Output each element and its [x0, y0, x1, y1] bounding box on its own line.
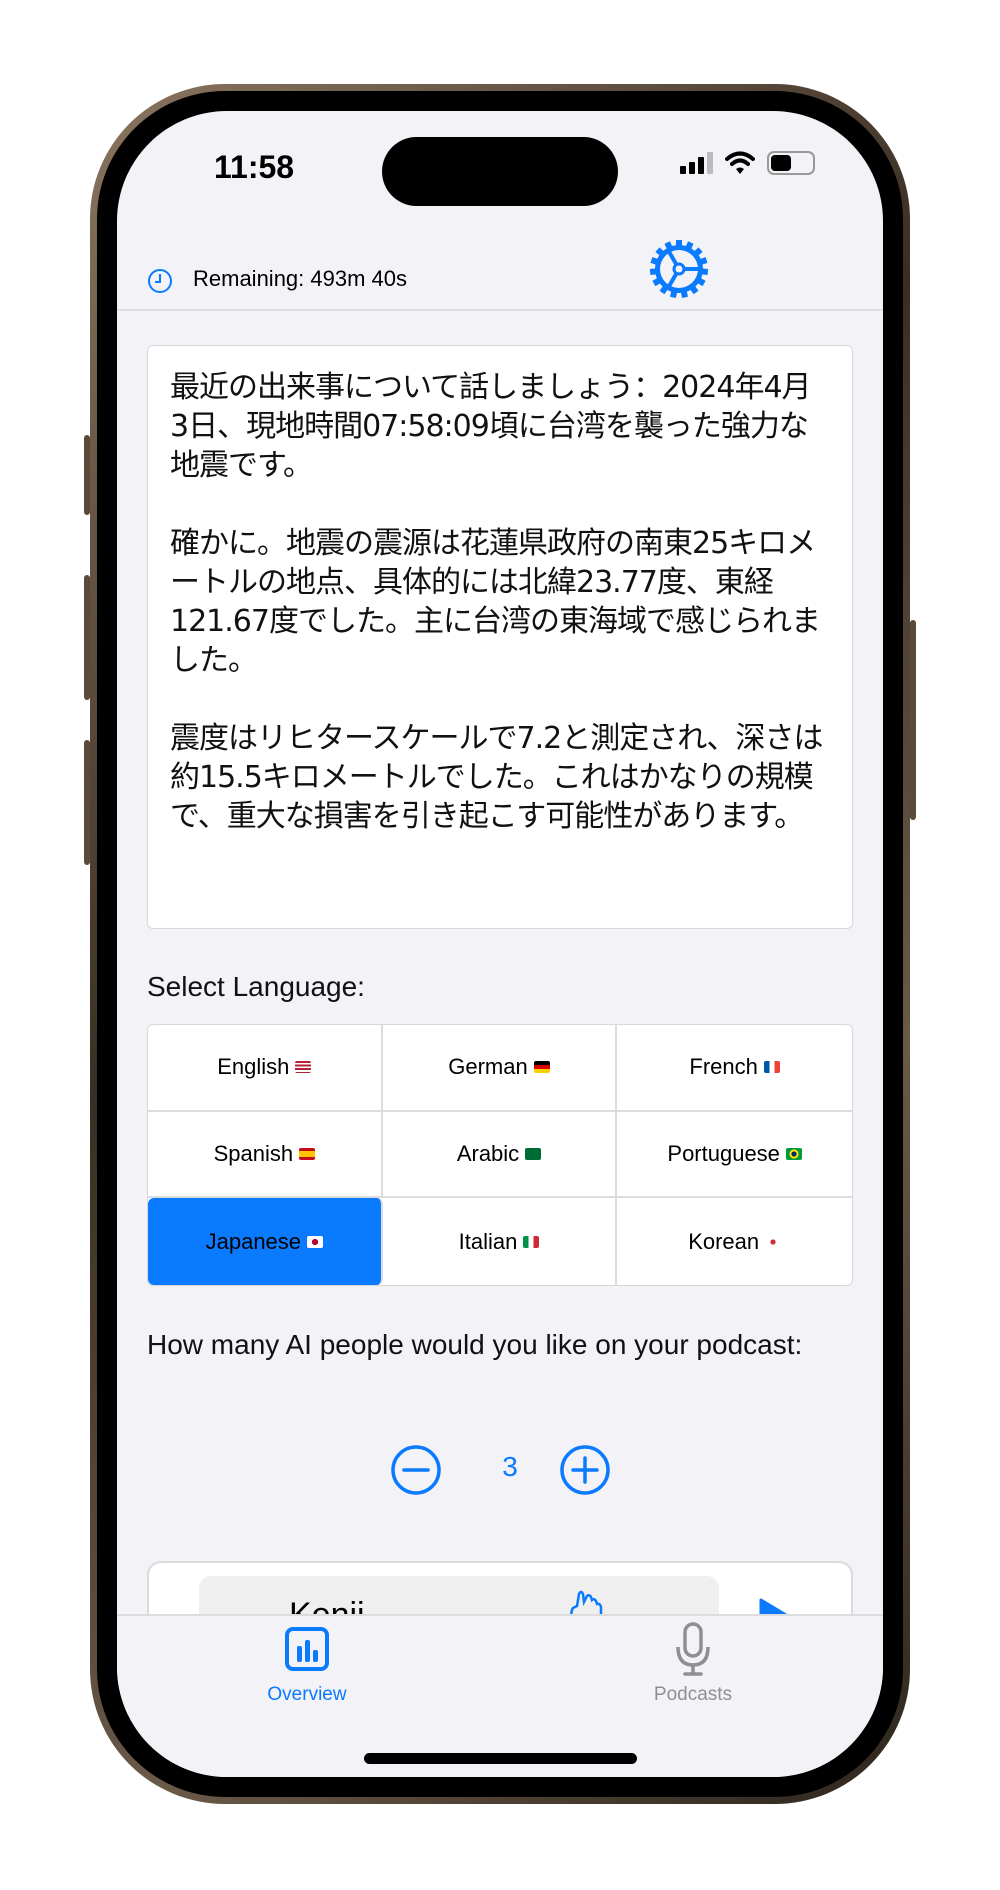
flag-es-icon — [299, 1147, 316, 1160]
language-name: Italian — [458, 1228, 518, 1254]
microphone-icon — [676, 1622, 710, 1676]
transcript-paragraph: 最近の出来事について話しましょう：2024年4月3日、現地時間07:58:09頃… — [170, 370, 812, 483]
plus-circle-icon[interactable] — [559, 1444, 611, 1496]
people-count: 3 — [502, 1451, 518, 1482]
flag-jp-icon — [307, 1235, 324, 1248]
minus-circle-icon[interactable] — [390, 1444, 442, 1496]
signal-icon — [680, 152, 713, 174]
transcript-paragraph: 確かに。地震の震源は花蓮県政府の南東25キロメートルの地点、具体的には北緯23.… — [170, 526, 821, 678]
language-option-portuguese[interactable]: Portuguese — [617, 1112, 852, 1199]
language-name: Spanish — [213, 1140, 294, 1166]
tab-podcasts[interactable]: Podcasts — [593, 1616, 793, 1705]
flag-fr-icon — [763, 1061, 780, 1074]
language-name: English — [217, 1054, 290, 1080]
remaining-time: Remaining: 493m 40s — [193, 266, 408, 291]
language-name: Arabic — [456, 1140, 520, 1166]
language-option-english[interactable]: English — [148, 1025, 383, 1112]
power-button — [910, 620, 916, 820]
header: Remaining: 493m 40s — [117, 236, 883, 311]
flag-us-icon — [295, 1061, 312, 1074]
volume-down-button — [84, 740, 90, 865]
tab-label: Overview — [267, 1684, 347, 1705]
language-option-spanish[interactable]: Spanish — [148, 1111, 383, 1199]
transcript-card: 最近の出来事について話しましょう：2024年4月3日、現地時間07:58:09頃… — [147, 345, 853, 929]
status-time: 11:58 — [214, 149, 295, 185]
battery-icon — [767, 151, 815, 175]
language-option-german[interactable]: German — [382, 1025, 618, 1112]
language-option-korean[interactable]: Korean — [617, 1198, 852, 1285]
screen: 11:58 Remaining: 493m 40s 最近の出来事について話しまし… — [117, 111, 883, 1777]
flag-sa-icon — [525, 1147, 542, 1160]
language-option-japanese[interactable]: Japanese — [148, 1198, 383, 1285]
language-name: Portuguese — [667, 1140, 780, 1166]
chart-bar-icon — [285, 1627, 329, 1671]
language-option-arabic[interactable]: Arabic — [382, 1111, 618, 1199]
volume-up-button — [84, 575, 90, 700]
flag-it-icon — [523, 1235, 540, 1248]
language-name: Korean — [688, 1228, 760, 1254]
flag-br-icon — [785, 1147, 802, 1160]
gear-icon[interactable] — [649, 239, 709, 299]
select-language-label: Select Language: — [147, 971, 365, 1002]
language-name: Japanese — [205, 1228, 302, 1254]
flag-de-icon — [533, 1061, 550, 1074]
people-question: How many AI people would you like on you… — [147, 1329, 803, 1360]
tab-label: Podcasts — [653, 1684, 733, 1705]
transcript-paragraph: 震度はリヒタースケールで7.2と測定され、深さは約15.5キロメートルでした。こ… — [170, 721, 824, 834]
language-name: French — [689, 1054, 758, 1080]
home-indicator[interactable] — [364, 1753, 637, 1764]
status-icons — [680, 151, 815, 175]
action-button — [84, 435, 90, 515]
flag-kr-icon — [765, 1235, 782, 1248]
language-option-french[interactable]: French — [617, 1025, 852, 1112]
language-name: German — [448, 1054, 528, 1080]
wifi-icon — [725, 151, 755, 174]
dynamic-island — [382, 137, 618, 206]
language-grid: English German French Spanish Arabic Portugue… — [147, 1024, 853, 1286]
tab-overview[interactable]: Overview — [207, 1616, 407, 1705]
clock-icon — [148, 269, 172, 293]
language-option-italian[interactable]: Italian — [383, 1198, 618, 1285]
